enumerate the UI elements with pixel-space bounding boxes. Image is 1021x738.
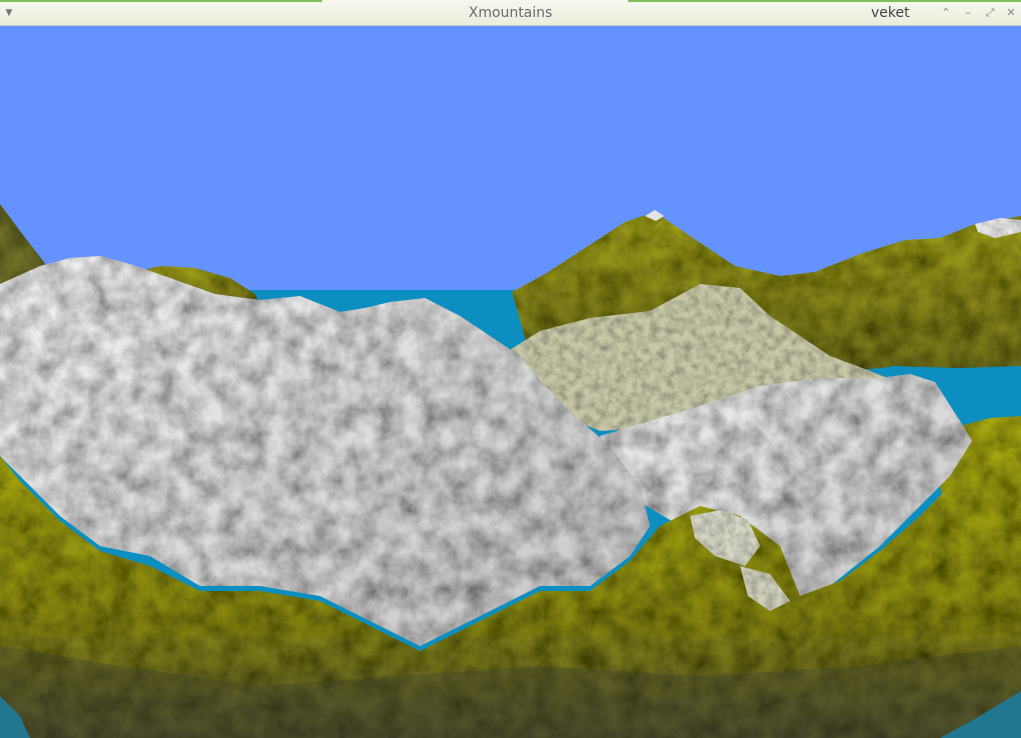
host-label: veket (871, 5, 910, 21)
maximize-button[interactable]: ⤢ (983, 6, 997, 20)
window-title: Xmountains (468, 5, 553, 21)
close-button[interactable]: ✕ (1004, 6, 1018, 20)
shade-button[interactable]: ⌃ (939, 6, 953, 20)
xmountains-window: ▼ Xmountains veket ⌃ – ⤢ ✕ (0, 0, 1021, 738)
title-bar-accent-right (628, 0, 1021, 2)
mountain-landscape-render (0, 26, 1021, 738)
window-menu-icon[interactable]: ▼ (3, 7, 15, 19)
title-bar[interactable]: ▼ Xmountains veket ⌃ – ⤢ ✕ (0, 0, 1021, 26)
minimize-button[interactable]: – (961, 6, 975, 20)
title-bar-accent-left (0, 0, 322, 2)
